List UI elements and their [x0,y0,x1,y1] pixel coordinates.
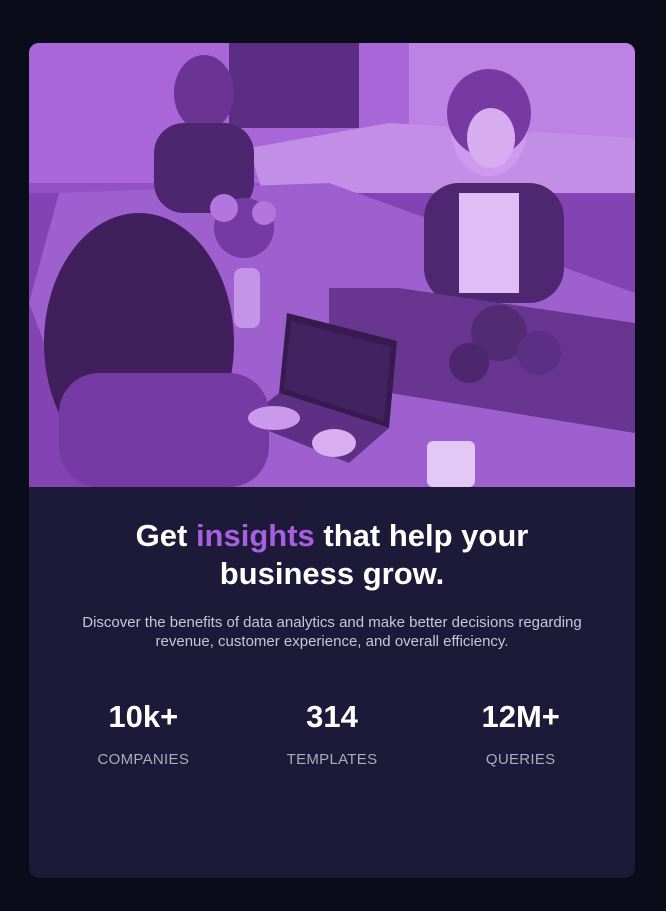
stats-row: 10k+ COMPANIES 314 TEMPLATES 12M+ QUERIE… [49,699,615,769]
stats-preview-card: Get insights that help your business gro… [29,43,635,878]
office-photo-illustration [29,43,635,487]
headline-start: Get [135,518,196,553]
stat-value: 12M+ [481,699,560,734]
headline-accent: insights [195,518,315,553]
stat-label: COMPANIES [97,751,190,768]
card-content: Get insights that help your business gro… [29,517,635,769]
headline: Get insights that help your business gro… [49,517,615,593]
stat-companies: 10k+ COMPANIES [49,699,238,769]
stat-value: 314 [306,699,358,734]
stat-queries: 12M+ QUERIES [426,699,615,769]
stat-templates: 314 TEMPLATES [238,699,427,769]
stat-label: TEMPLATES [286,751,378,768]
stat-value: 10k+ [108,699,179,734]
hero-image [29,43,635,487]
stat-label: QUERIES [485,751,556,768]
description: Discover the benefits of data analytics … [82,614,582,650]
